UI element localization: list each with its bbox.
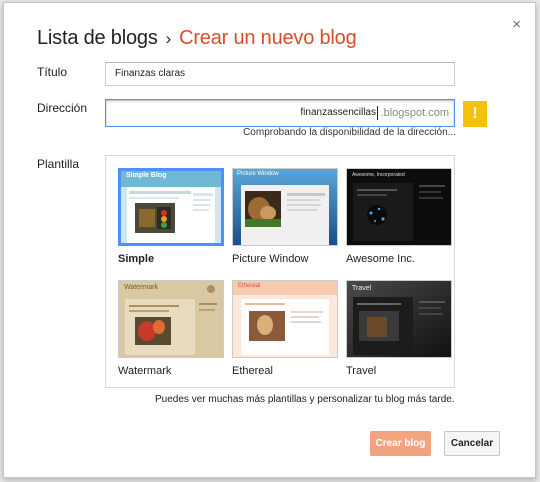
template-picture-window[interactable]: Picture Window Picture Window — [232, 168, 338, 265]
create-blog-button[interactable]: Crear blog — [370, 431, 431, 456]
template-thumbnail: Travel — [346, 280, 452, 358]
thumb-title: Ethereal — [238, 283, 261, 289]
template-name: Picture Window — [232, 253, 309, 265]
address-value: finanzassencillas — [300, 107, 376, 118]
template-travel[interactable]: Travel Travel — [346, 280, 452, 377]
template-name: Simple — [118, 253, 155, 265]
template-thumbnail: Ethereal — [232, 280, 338, 358]
thumb-title: Picture Window — [237, 171, 279, 177]
breadcrumb-separator: › — [165, 29, 172, 48]
address-label: Dirección — [37, 101, 88, 115]
ethereal-preview-image — [233, 281, 337, 357]
simple-preview-image — [121, 171, 221, 243]
address-suffix: .blogspot.com — [380, 107, 449, 119]
page-title: Crear un nuevo blog — [179, 27, 357, 49]
travel-preview-image — [347, 281, 451, 357]
template-name: Watermark — [118, 365, 172, 377]
create-blog-dialog: × Lista de blogs › Crear un nuevo blog Tít… — [3, 2, 536, 478]
template-name: Awesome Inc. — [346, 253, 415, 265]
template-gallery: Simple Blog Simple Picture Window Pictur… — [105, 155, 455, 388]
watermark-preview-image — [119, 281, 223, 357]
awesome-preview-image — [347, 169, 451, 245]
address-status: Comprobando la disponibilidad de la dire… — [243, 127, 456, 138]
warning-icon: ! — [463, 101, 487, 127]
thumb-title: Awesome, Incorporated — [352, 172, 405, 178]
title-input[interactable]: Finanzas claras — [105, 62, 455, 86]
template-name: Travel — [346, 365, 377, 377]
template-label: Plantilla — [37, 157, 80, 171]
cancel-button[interactable]: Cancelar — [444, 431, 500, 456]
template-thumbnail: Simple Blog — [118, 168, 224, 246]
template-ethereal[interactable]: Ethereal Ethereal — [232, 280, 338, 377]
template-watermark[interactable]: Watermark Watermark — [118, 280, 224, 377]
template-simple[interactable]: Simple Blog Simple — [118, 168, 224, 265]
address-input[interactable]: finanzassencillas .blogspot.com — [105, 99, 455, 127]
picture-window-preview-image — [233, 169, 337, 245]
templates-help-text: Puedes ver muchas más plantillas y perso… — [155, 394, 455, 405]
text-caret — [377, 106, 378, 120]
template-awesome-inc[interactable]: Awesome, Incorporated Awesome Inc. — [346, 168, 452, 265]
title-label: Título — [37, 65, 68, 79]
close-icon[interactable]: × — [512, 17, 521, 32]
template-name: Ethereal — [232, 365, 273, 377]
template-thumbnail: Picture Window — [232, 168, 338, 246]
template-thumbnail: Watermark — [118, 280, 224, 358]
thumb-title: Simple Blog — [126, 172, 167, 179]
breadcrumb-blog-list[interactable]: Lista de blogs — [37, 27, 158, 49]
thumb-title: Travel — [352, 285, 372, 292]
thumb-title: Watermark — [124, 284, 158, 291]
template-thumbnail: Awesome, Incorporated — [346, 168, 452, 246]
breadcrumb: Lista de blogs › Crear un nuevo blog — [37, 27, 357, 50]
